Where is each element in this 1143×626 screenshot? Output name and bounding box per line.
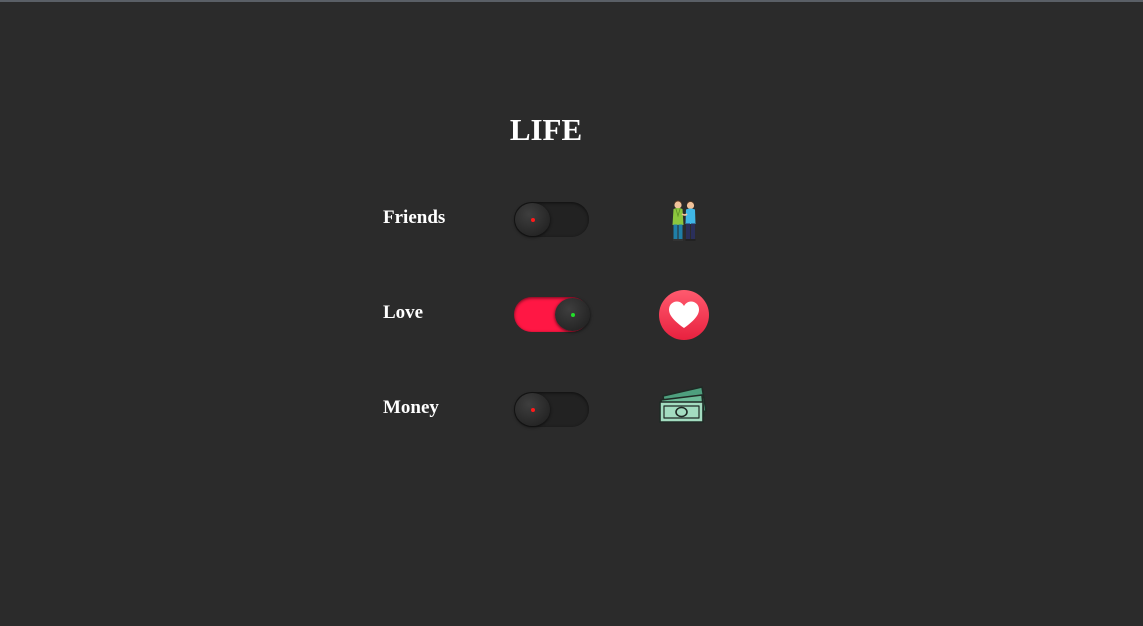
love-toggle-switch[interactable]: [514, 297, 590, 332]
toggle-row-love: Love: [383, 289, 723, 341]
toggle-knob: [515, 393, 550, 426]
status-indicator-dot: [531, 408, 535, 412]
toggle-row-friends: Friends: [383, 194, 723, 246]
money-toggle-switch[interactable]: [514, 392, 589, 427]
status-indicator-dot: [571, 313, 575, 317]
toggle-label-love: Love: [383, 302, 424, 323]
friends-icon: [672, 200, 696, 241]
money-icon: [659, 386, 707, 423]
status-indicator-dot: [531, 218, 535, 222]
toggle-row-money: Money: [383, 384, 723, 436]
toggle-knob: [555, 298, 590, 331]
heart-icon: [659, 290, 709, 340]
toggle-label-friends: Friends: [383, 207, 446, 228]
toggle-label-money: Money: [383, 397, 439, 418]
friends-toggle-switch[interactable]: [514, 202, 589, 237]
window-top-border: [0, 0, 1143, 2]
toggle-knob: [515, 203, 550, 236]
page-title: LIFE: [509, 112, 583, 147]
